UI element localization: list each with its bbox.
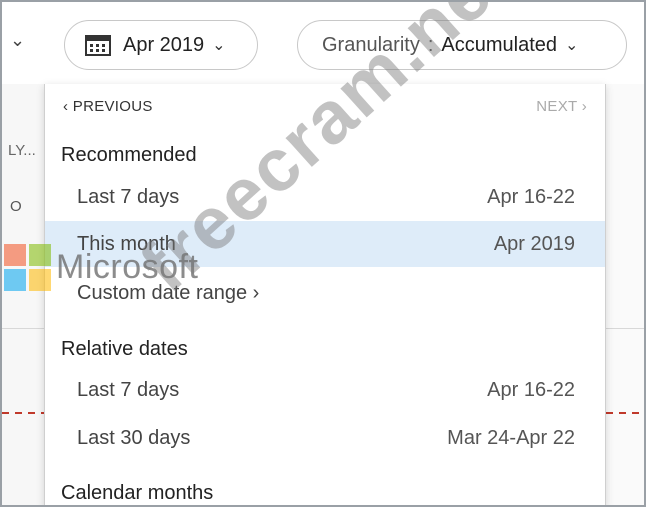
background-label: O: [10, 198, 22, 215]
chart-dashed-line: [606, 412, 644, 414]
option-value: Mar 24-Apr 22: [447, 426, 575, 449]
chevron-down-icon[interactable]: ⌄: [10, 30, 25, 51]
option-value: Apr 2019: [493, 232, 575, 255]
microsoft-logo: [4, 244, 51, 291]
option-value: Apr 16-22: [487, 185, 575, 208]
background-panel: [604, 84, 644, 505]
chevron-down-icon: ⌄: [565, 37, 579, 54]
option-label: Last 7 days: [77, 185, 180, 208]
divider: [604, 328, 644, 329]
background-label: LY...: [8, 142, 36, 159]
date-label: Apr 2019: [123, 33, 205, 56]
option-last-30-days[interactable]: Last 30 days Mar 24-Apr 22: [45, 415, 605, 461]
next-button[interactable]: NEXT ›: [536, 98, 587, 115]
option-label: Last 7 days: [77, 378, 180, 401]
section-title-recommended: Recommended: [61, 144, 197, 166]
option-last-7-days[interactable]: Last 7 days Apr 16-22: [45, 367, 605, 413]
divider: [2, 328, 44, 329]
option-value: Apr 16-22: [487, 378, 575, 401]
section-title-relative-dates: Relative dates: [61, 338, 188, 360]
chart-dashed-line: [2, 412, 44, 414]
date-picker-button[interactable]: Apr 2019 ⌄: [64, 20, 258, 70]
chevron-down-icon: ⌄: [212, 37, 226, 54]
option-last-7-days[interactable]: Last 7 days Apr 16-22: [45, 174, 605, 220]
previous-button[interactable]: ‹ PREVIOUS: [63, 98, 153, 115]
calendar-icon: [85, 35, 111, 56]
window-frame: ⌄ Apr 2019 ⌄ Granularity : Accumulated ⌄…: [0, 0, 646, 507]
option-label: Last 30 days: [77, 426, 191, 449]
section-title-calendar-months: Calendar months: [61, 482, 214, 504]
